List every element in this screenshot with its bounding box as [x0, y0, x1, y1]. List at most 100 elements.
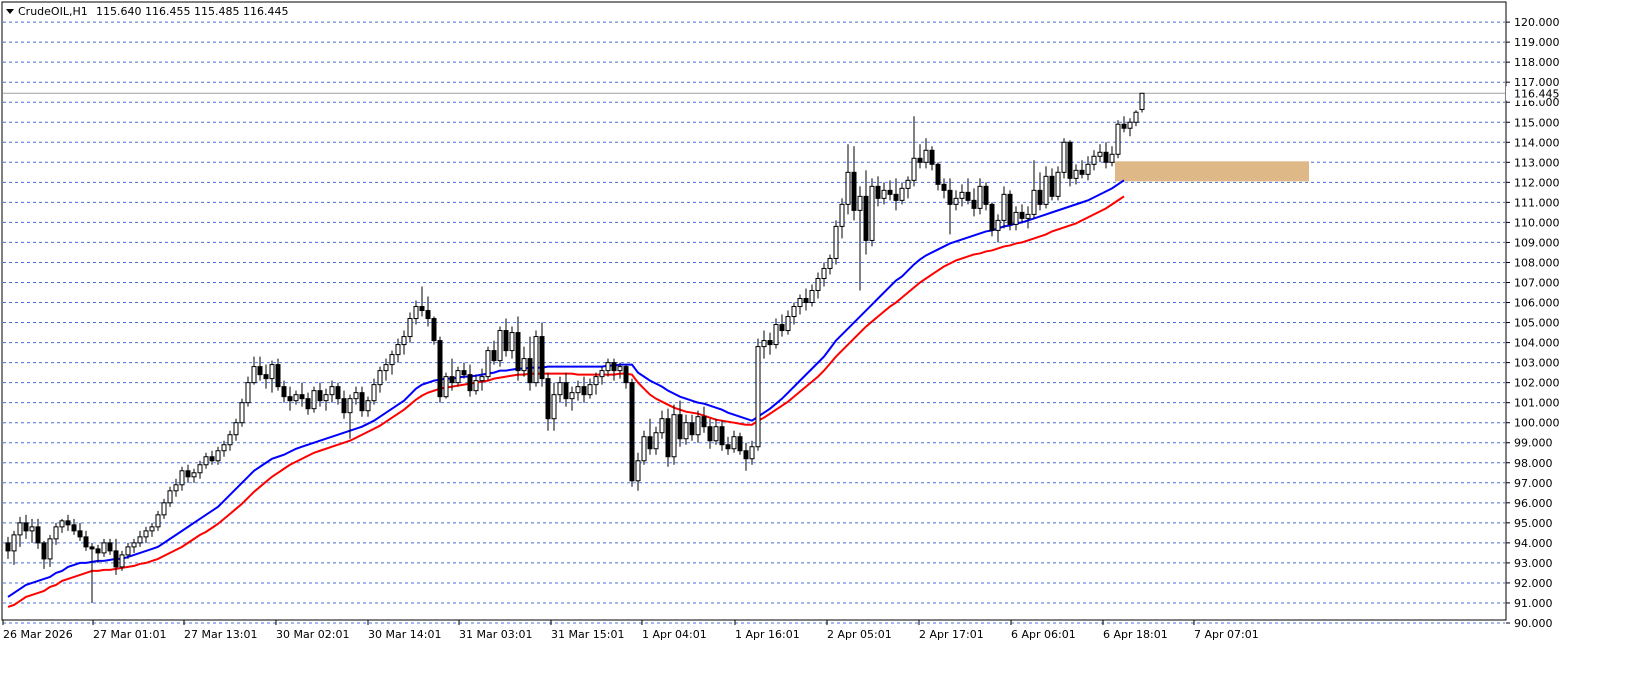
time-tick-label: 1 Apr 04:01 — [642, 628, 707, 641]
candle-body — [875, 185, 881, 199]
candle-body — [635, 460, 641, 482]
candle-body — [995, 219, 1001, 231]
candle-body — [173, 484, 179, 492]
candle-body — [179, 470, 185, 486]
candle-body — [491, 350, 497, 362]
candle-body — [887, 189, 893, 195]
candle-body — [707, 426, 713, 442]
support-zone-rectangle[interactable] — [1115, 161, 1309, 182]
candle-body — [323, 394, 329, 402]
candle-body — [791, 306, 797, 318]
candle-body — [641, 436, 647, 462]
candle — [755, 338, 761, 451]
candle-body — [449, 376, 455, 384]
candle-body — [359, 392, 365, 412]
time-tick-label: 6 Apr 18:01 — [1103, 628, 1168, 641]
price-tick-label: 112.000 — [1514, 176, 1560, 189]
candle-body — [1133, 111, 1139, 123]
candle-body — [923, 149, 929, 163]
candle-body — [149, 526, 155, 532]
candle-body — [365, 400, 371, 412]
candle-body — [107, 542, 113, 552]
candle-body — [269, 364, 275, 380]
candle-body — [41, 542, 47, 560]
price-tick-label: 118.000 — [1514, 56, 1560, 69]
candle-body — [1109, 153, 1115, 163]
candle-body — [803, 298, 809, 304]
candle-body — [1031, 189, 1037, 215]
candle-body — [881, 189, 887, 199]
candle-body — [389, 354, 395, 366]
candle-body — [515, 332, 521, 372]
candle-body — [689, 422, 695, 436]
candle-body — [971, 199, 977, 209]
candle-body — [59, 520, 65, 528]
candle-body — [1091, 155, 1097, 165]
candle-body — [1103, 151, 1109, 163]
candle-body — [23, 522, 29, 532]
candle-body — [1007, 193, 1013, 225]
candle-body — [83, 536, 89, 548]
candle-body — [185, 470, 191, 478]
candle-body — [473, 380, 479, 392]
candle-body — [863, 195, 869, 241]
candle — [443, 372, 449, 399]
price-tick-label: 97.000 — [1514, 477, 1553, 490]
candle-body — [371, 384, 377, 402]
candle-body — [647, 436, 653, 450]
price-tick-label: 120.000 — [1514, 16, 1560, 29]
candle-body — [953, 197, 959, 205]
candle-body — [725, 444, 731, 450]
candle — [1007, 190, 1013, 231]
price-tick-label: 91.000 — [1514, 597, 1553, 610]
candle-body — [575, 386, 581, 394]
candle-body — [245, 382, 251, 404]
candle-body — [1073, 169, 1079, 179]
candle-body — [413, 306, 419, 320]
candle-body — [113, 550, 119, 568]
symbol-label: CrudeOIL,H1 — [18, 5, 88, 18]
price-tick-label: 105.000 — [1514, 317, 1560, 330]
candle — [1115, 120, 1121, 159]
candle-body — [869, 185, 875, 241]
candle-body — [827, 257, 833, 269]
price-tick-label: 114.000 — [1514, 136, 1560, 149]
time-tick-label: 27 Mar 13:01 — [184, 628, 257, 641]
candle-body — [437, 340, 443, 398]
price-tick-label: 101.000 — [1514, 397, 1560, 410]
candle-body — [1043, 175, 1049, 205]
candle-body — [929, 149, 935, 165]
candle-body — [857, 195, 863, 211]
time-tick-label: 6 Apr 06:01 — [1011, 628, 1076, 641]
candle-body — [959, 191, 965, 199]
price-tick-label: 98.000 — [1514, 457, 1553, 470]
time-tick-label: 30 Mar 14:01 — [368, 628, 441, 641]
candle-body — [563, 382, 569, 400]
candle-body — [203, 456, 209, 466]
candle-body — [347, 398, 353, 414]
candle-body — [305, 398, 311, 410]
candle-body — [821, 267, 827, 279]
candle-body — [5, 542, 11, 552]
candle-body — [395, 344, 401, 356]
time-tick-label: 7 Apr 07:01 — [1194, 628, 1259, 641]
candle-body — [701, 416, 707, 428]
candle-body — [1067, 141, 1073, 179]
candle-body — [419, 306, 425, 312]
price-tick-label: 90.000 — [1514, 617, 1553, 630]
candle-body — [623, 366, 629, 384]
candle-body — [947, 189, 953, 205]
price-tick-label: 102.000 — [1514, 377, 1560, 390]
candle-body — [191, 472, 197, 478]
candle — [1139, 92, 1145, 113]
candle-body — [659, 418, 665, 434]
candle-body — [89, 546, 95, 550]
price-chart[interactable]: 120.000119.000118.000117.000116.000115.0… — [0, 0, 1641, 676]
candle — [485, 346, 491, 381]
price-tick-label: 119.000 — [1514, 36, 1560, 49]
candle-body — [977, 185, 983, 209]
candle-body — [377, 370, 383, 386]
price-tick-label: 99.000 — [1514, 437, 1553, 450]
plot-frame — [1, 1, 1507, 621]
candle-body — [611, 362, 617, 372]
